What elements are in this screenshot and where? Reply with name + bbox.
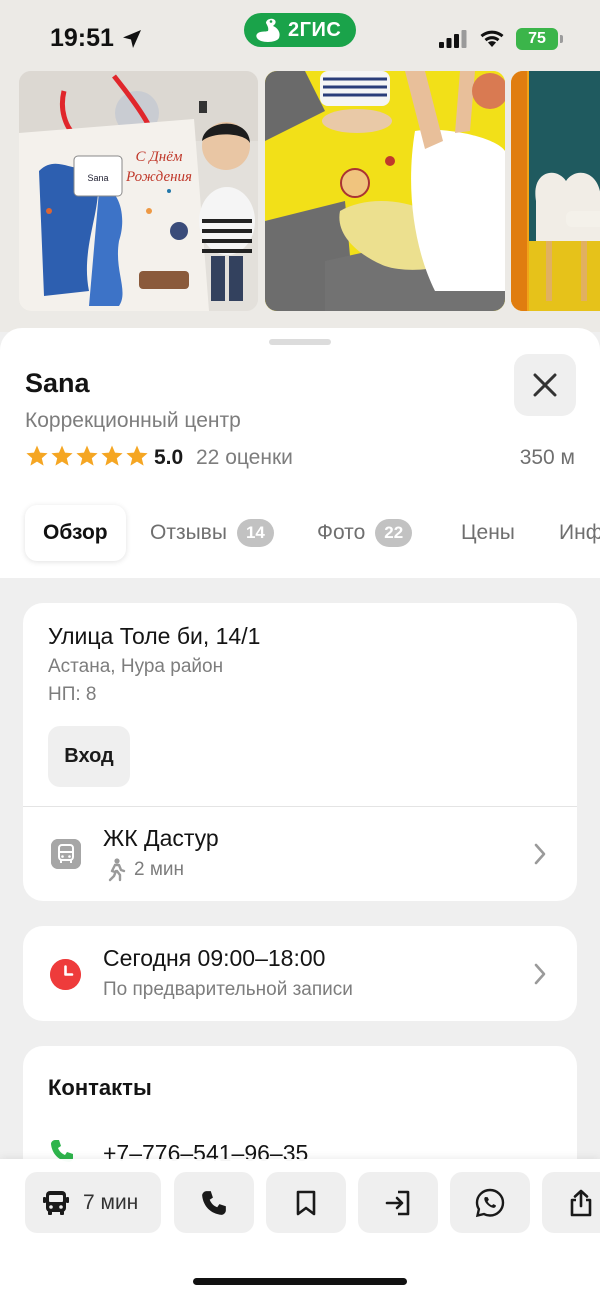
star-icon <box>76 445 98 466</box>
cellular-signal-icon <box>439 30 467 48</box>
bus-icon <box>43 1190 69 1215</box>
address-np: НП: 8 <box>48 684 97 705</box>
star-icon <box>101 445 123 466</box>
phone-icon <box>202 1190 226 1215</box>
bag-text-top: С Днём <box>136 149 183 165</box>
share-button[interactable] <box>542 1172 600 1233</box>
tab-overview[interactable]: Обзор <box>25 505 126 561</box>
address-street[interactable]: Улица Толе би, 14/1 <box>48 623 260 650</box>
bag-text-bottom: Рождения <box>125 169 192 185</box>
tab-label: Цены <box>461 521 515 544</box>
walk-time: 2 мин <box>134 859 185 880</box>
app-brand-badge[interactable]: 2ГИС <box>244 13 356 47</box>
tab-reviews[interactable]: Отзывы 14 <box>150 505 274 561</box>
playroom-photo <box>265 71 505 311</box>
whatsapp-icon <box>475 1188 505 1217</box>
hours-card[interactable]: Сегодня 09:00–18:00 По предварительной з… <box>23 926 577 1021</box>
chevron-right-icon <box>534 963 546 985</box>
bookmark-button[interactable] <box>266 1172 346 1233</box>
status-bar: 19:51 2ГИС 75 <box>0 0 600 70</box>
place-sheet: Sana Коррекционный центр 5.0 22 оценки 3… <box>0 328 600 578</box>
bookmark-icon <box>296 1190 316 1215</box>
address-card: Улица Толе би, 14/1 Астана, Нура район Н… <box>23 603 577 901</box>
tab-label: Инф <box>559 521 600 544</box>
tab-photos[interactable]: Фото 22 <box>317 505 413 561</box>
gallery-photo-gift-bag[interactable]: Sana С Днём Рождения <box>19 71 258 311</box>
hours-note: По предварительной записи <box>103 979 353 1000</box>
call-button[interactable] <box>174 1172 254 1233</box>
star-icon <box>26 445 48 466</box>
place-category: Коррекционный центр <box>25 409 241 432</box>
tab-info[interactable]: Инф <box>559 505 600 561</box>
photo-gallery[interactable]: Sana С Днём Рождения <box>0 70 600 332</box>
wifi-icon <box>480 30 504 47</box>
bottom-action-bar: 7 мин <box>0 1159 600 1297</box>
tab-bar: Обзор Отзывы 14 Фото 22 Цены Инф <box>25 505 600 561</box>
star-icon <box>51 445 73 466</box>
route-button[interactable]: 7 мин <box>25 1172 161 1233</box>
walking-icon <box>108 858 126 882</box>
place-name: Sana <box>25 368 90 398</box>
entrance-icon <box>385 1190 410 1215</box>
entrance-navigation-button[interactable] <box>358 1172 438 1233</box>
whatsapp-button[interactable] <box>450 1172 530 1233</box>
chevron-right-icon <box>534 843 546 865</box>
ratings-count[interactable]: 22 оценки <box>196 446 293 470</box>
contacts-title: Контакты <box>48 1075 152 1100</box>
tab-badge: 14 <box>236 519 274 547</box>
tab-badge: 22 <box>375 519 413 547</box>
close-icon <box>533 373 557 397</box>
route-time: 7 мин <box>83 1190 139 1214</box>
address-city: Астана, Нура район <box>48 656 224 677</box>
hours-today: Сегодня 09:00–18:00 <box>103 945 326 971</box>
battery-tip <box>560 35 563 43</box>
location-arrow-icon <box>123 30 141 48</box>
tab-label: Обзор <box>43 521 108 544</box>
distance: 350 м <box>519 446 575 469</box>
gallery-photo-chair[interactable] <box>511 71 600 311</box>
sheet-grabber[interactable] <box>269 339 331 345</box>
clock-icon <box>50 959 81 990</box>
star-icon <box>126 445 148 466</box>
rating-stars <box>25 444 149 468</box>
rating-value: 5.0 <box>154 446 184 469</box>
battery-indicator: 75 <box>516 28 558 50</box>
chair-photo <box>511 71 600 311</box>
bag-brand-label: Sana <box>87 173 108 183</box>
bus-stop-icon <box>51 839 81 869</box>
status-time: 19:51 <box>50 24 114 52</box>
brand-text: 2ГИС <box>288 19 342 41</box>
share-icon <box>570 1189 592 1216</box>
tab-label: Отзывы <box>150 521 227 544</box>
goose-logo-icon <box>256 18 280 42</box>
home-indicator[interactable] <box>193 1278 407 1285</box>
close-button[interactable] <box>514 354 576 416</box>
transit-stop-name: ЖК Дастур <box>103 825 219 851</box>
gift-bag-photo: Sana С Днём Рождения <box>19 71 258 311</box>
tab-prices[interactable]: Цены <box>461 505 515 561</box>
entrance-button[interactable]: Вход <box>48 726 130 787</box>
gallery-photo-playroom[interactable] <box>265 71 505 311</box>
divider <box>23 806 577 807</box>
tab-label: Фото <box>317 521 366 544</box>
